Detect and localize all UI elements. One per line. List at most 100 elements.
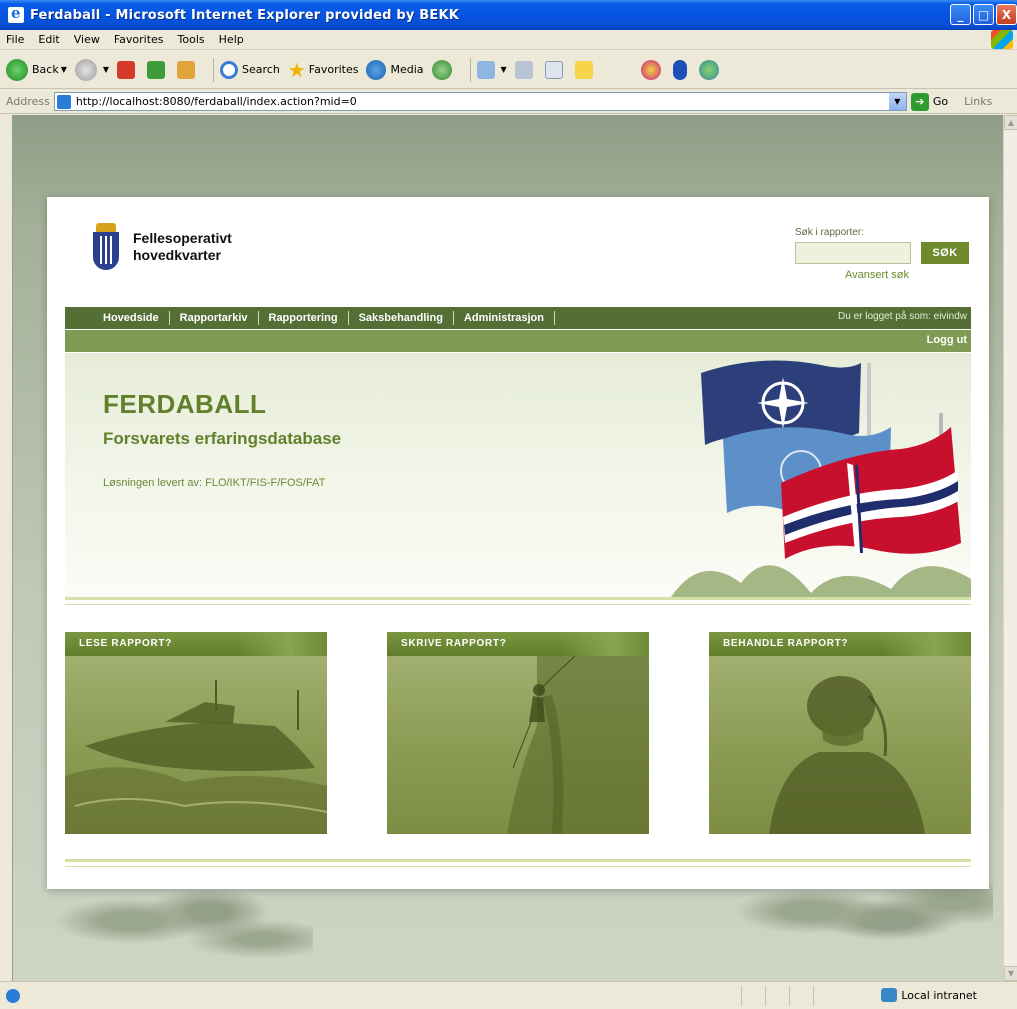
mail-dropdown-icon[interactable]: ▼ xyxy=(501,65,507,74)
action-panels: LESE RAPPORT? SKRIVE RAPPORT? BEHANDLE R… xyxy=(65,632,971,834)
hero-banner: FERDABALL Forsvarets erfaringsdatabase L… xyxy=(65,353,971,597)
history-icon xyxy=(431,59,452,80)
edit-icon xyxy=(544,60,563,79)
stop-icon xyxy=(117,60,136,79)
refresh-icon xyxy=(147,60,166,79)
back-button[interactable]: Back ▼ xyxy=(6,58,67,81)
page-status-icon xyxy=(6,988,20,1003)
boat-image xyxy=(65,680,327,834)
nav-rapportering[interactable]: Rapportering xyxy=(259,311,349,325)
divider-line xyxy=(65,597,971,605)
menu-favorites[interactable]: Favorites xyxy=(114,33,164,46)
menu-tools[interactable]: Tools xyxy=(178,33,205,46)
go-arrow-icon: ➔ xyxy=(910,92,929,111)
contacts-button[interactable] xyxy=(698,59,723,80)
panel-header: BEHANDLE RAPPORT? xyxy=(709,632,971,656)
hero-subtitle: Forsvarets erfaringsdatabase xyxy=(103,429,342,448)
search-button[interactable]: Search xyxy=(220,60,280,79)
menu-edit[interactable]: Edit xyxy=(38,33,59,46)
brand-name: Fellesoperativt hovedkvarter xyxy=(133,230,232,264)
soldier-image xyxy=(769,676,925,834)
home-icon xyxy=(177,60,196,79)
address-input[interactable]: http://localhost:8080/ferdaball/index.ac… xyxy=(53,92,907,111)
favorites-button[interactable]: ★ Favorites xyxy=(288,58,359,82)
window-controls: _ □ X xyxy=(950,4,1017,25)
address-label: Address xyxy=(6,95,50,108)
nav-administrasjon[interactable]: Administrasjon xyxy=(454,311,555,325)
address-url: http://localhost:8080/ferdaball/index.ac… xyxy=(75,95,357,108)
history-button[interactable] xyxy=(431,59,456,80)
back-label: Back xyxy=(32,63,59,76)
minimize-button[interactable]: _ xyxy=(950,4,971,25)
logged-in-user: Du er logget på som: eivindw xyxy=(838,311,967,322)
page-card: Fellesoperativt hovedkvarter Søk i rappo… xyxy=(47,197,989,889)
vertical-scrollbar[interactable]: ▲ ▼ xyxy=(1003,115,1017,981)
panel-title: BEHANDLE RAPPORT? xyxy=(723,638,849,649)
edit-button[interactable] xyxy=(544,60,567,79)
go-label: Go xyxy=(932,95,949,108)
nav-rapportarkiv[interactable]: Rapportarkiv xyxy=(170,311,259,325)
panel-behandle-rapport[interactable]: BEHANDLE RAPPORT? xyxy=(709,632,971,834)
back-dropdown-icon[interactable]: ▼ xyxy=(61,65,67,74)
search-submit-button[interactable]: SØK xyxy=(921,242,969,264)
maximize-button[interactable]: □ xyxy=(973,4,994,25)
crest-icon xyxy=(93,223,119,271)
status-bar: Local intranet xyxy=(0,981,1017,1009)
messenger-button[interactable] xyxy=(640,59,665,80)
stop-button[interactable] xyxy=(117,60,139,79)
menu-help[interactable]: Help xyxy=(219,33,244,46)
menu-file[interactable]: File xyxy=(6,33,24,46)
panel-header: SKRIVE RAPPORT? xyxy=(387,632,649,656)
forward-dropdown-icon[interactable]: ▼ xyxy=(103,65,109,74)
home-button[interactable] xyxy=(177,60,199,79)
bluetooth-button[interactable] xyxy=(672,59,691,80)
search-label: Search xyxy=(242,63,280,76)
ie-icon xyxy=(8,4,24,23)
scroll-up-icon[interactable]: ▲ xyxy=(1004,115,1017,130)
mail-button[interactable]: ▼ xyxy=(476,60,507,79)
toolbar-separator xyxy=(469,57,471,82)
nav-hovedside[interactable]: Hovedside xyxy=(93,311,170,325)
panel-lese-rapport[interactable]: LESE RAPPORT? xyxy=(65,632,327,834)
background-foliage xyxy=(53,885,313,975)
climber-image xyxy=(507,656,649,834)
crown-icon xyxy=(96,223,116,232)
search-input[interactable] xyxy=(795,242,911,264)
brand-line-2: hovedkvarter xyxy=(133,247,221,263)
windows-logo-icon xyxy=(991,30,1013,49)
leaves-decoration xyxy=(237,632,327,656)
close-button[interactable]: X xyxy=(996,4,1017,25)
contacts-icon xyxy=(698,59,719,80)
media-button[interactable]: Media xyxy=(366,59,424,80)
security-zone[interactable]: Local intranet xyxy=(881,988,977,1002)
nav-saksbehandling[interactable]: Saksbehandling xyxy=(349,311,454,325)
panel-header: LESE RAPPORT? xyxy=(65,632,327,656)
links-toolbar[interactable]: Links xyxy=(964,95,992,108)
go-button[interactable]: ➔ Go xyxy=(910,92,949,111)
window-title-bar[interactable]: Ferdaball - Microsoft Internet Explorer … xyxy=(0,0,1017,30)
menu-view[interactable]: View xyxy=(74,33,100,46)
media-icon xyxy=(366,59,387,80)
logout-link[interactable]: Logg ut xyxy=(927,334,967,346)
hero-credit: Løsningen levert av: FLO/IKT/FIS-F/FOS/F… xyxy=(103,477,326,489)
brand-line-1: Fellesoperativt xyxy=(133,230,232,246)
menu-bar: File Edit View Favorites Tools Help xyxy=(0,30,1017,50)
status-panes xyxy=(741,986,837,1006)
panel-title: SKRIVE RAPPORT? xyxy=(401,638,507,649)
search-icon xyxy=(220,60,239,79)
forward-button[interactable]: ▼ xyxy=(74,58,109,81)
brand-logo[interactable]: Fellesoperativt hovedkvarter xyxy=(93,223,232,271)
panel-skrive-rapport[interactable]: SKRIVE RAPPORT? xyxy=(387,632,649,834)
print-icon xyxy=(514,60,533,79)
advanced-search-link[interactable]: Avansert søk xyxy=(795,269,909,281)
scroll-down-icon[interactable]: ▼ xyxy=(1004,966,1017,981)
star-icon: ★ xyxy=(287,57,306,82)
status-pane xyxy=(789,986,813,1006)
refresh-button[interactable] xyxy=(147,60,169,79)
address-dropdown-icon[interactable]: ▼ xyxy=(888,93,906,110)
note-button[interactable] xyxy=(574,60,597,79)
search-row: SØK xyxy=(795,242,971,264)
print-button[interactable] xyxy=(514,60,537,79)
shield-icon xyxy=(93,232,119,270)
bluetooth-icon xyxy=(672,59,687,80)
